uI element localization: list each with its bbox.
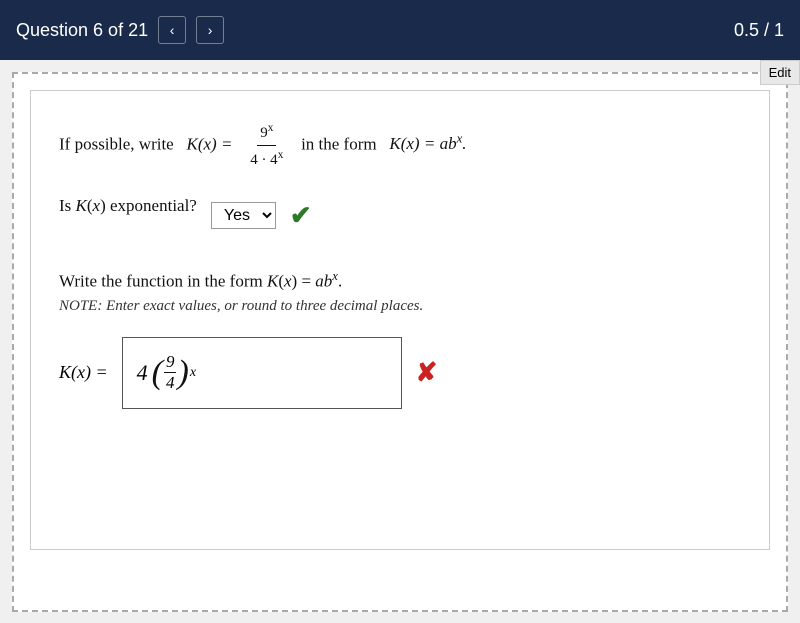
exponential-select[interactable]: Yes No	[211, 202, 276, 229]
answer-den: 4	[164, 373, 177, 393]
question-line1: If possible, write K(x) = 9x 4 · 4x in t…	[59, 119, 741, 172]
kx-function: K(x) =	[186, 134, 232, 153]
answer-fraction: 9 4	[164, 352, 177, 393]
main-fraction: 9x 4 · 4x	[247, 119, 286, 172]
answer-exponent: x	[190, 365, 196, 381]
main-area: If possible, write K(x) = 9x 4 · 4x in t…	[0, 60, 800, 623]
score-display: 0.5 / 1	[734, 20, 784, 41]
header-left: Question 6 of 21 ‹ ›	[16, 16, 224, 44]
wrong-x-mark: ✘	[416, 358, 438, 388]
edit-button[interactable]: Edit	[760, 60, 800, 85]
header-bar: Question 6 of 21 ‹ › 0.5 / 1	[0, 0, 800, 60]
answer-input-box[interactable]: 4 ( 9 4 ) x	[122, 337, 402, 409]
question-card: If possible, write K(x) = 9x 4 · 4x in t…	[30, 90, 770, 550]
form-expression: K(x) = abx.	[389, 134, 466, 153]
kx-equals-label: K(x) =	[59, 362, 108, 383]
write-function-prompt: Write the function in the form K(x) = ab…	[59, 269, 741, 292]
answer-num: 9	[164, 352, 177, 373]
fraction-denominator: 4 · 4x	[247, 146, 286, 172]
answer-coefficient: 4	[137, 360, 148, 386]
question-counter: Question 6 of 21	[16, 20, 148, 41]
correct-checkmark: ✔	[290, 201, 312, 231]
prev-question-button[interactable]: ‹	[158, 16, 186, 44]
answer-content: 4 ( 9 4 ) x	[137, 352, 196, 393]
dashed-container: If possible, write K(x) = 9x 4 · 4x in t…	[12, 72, 788, 612]
fraction-numerator: 9x	[257, 119, 276, 146]
answer-row: K(x) = 4 ( 9 4 ) x ✘	[59, 337, 741, 409]
question-in-the-form: in the form	[301, 134, 377, 153]
note-text: NOTE: Enter exact values, or round to th…	[59, 298, 741, 315]
open-paren: (	[152, 356, 163, 390]
is-exponential-label: Is K(x) exponential?	[59, 192, 197, 219]
next-question-button[interactable]: ›	[196, 16, 224, 44]
close-paren: )	[177, 356, 188, 390]
exponential-row: Is K(x) exponential? Yes No ✔	[59, 192, 741, 239]
question-prefix: If possible, write	[59, 134, 182, 153]
